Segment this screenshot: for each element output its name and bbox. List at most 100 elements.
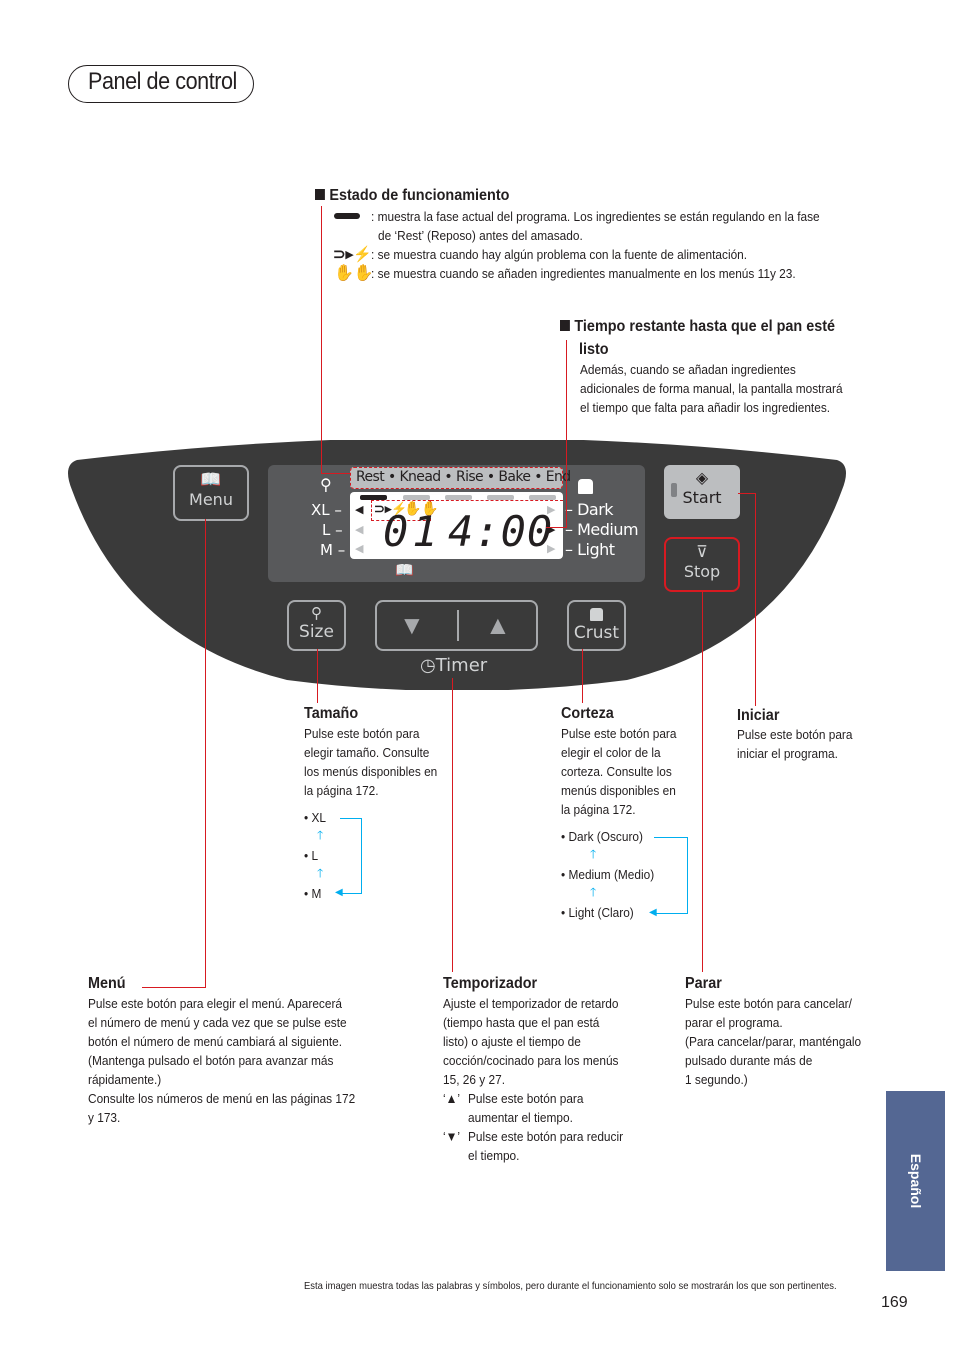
size-option-xl: • XL	[304, 810, 326, 825]
size-weight-icon: ⚲	[320, 477, 332, 494]
menu-line: y 173.	[88, 1110, 121, 1125]
size-button[interactable]: ⚲ Size	[287, 600, 346, 651]
corteza-line: menús disponibles en	[561, 783, 676, 798]
leader-line	[321, 473, 351, 475]
iniciar-heading: Iniciar	[737, 707, 780, 724]
cycle-arrow	[340, 818, 362, 894]
leader-line	[546, 527, 566, 529]
temporizador-line: cocción/cocinado para los menús	[443, 1053, 619, 1068]
size-pointer-l: ◀	[355, 524, 364, 536]
temporizador-line: listo) o ajuste el tiempo de	[443, 1034, 581, 1049]
temporizador-line: aumentar el tiempo.	[468, 1110, 573, 1125]
start-button[interactable]: ◈ Start	[664, 465, 740, 519]
start-indicator-light	[671, 483, 677, 497]
time-display: 4:00	[448, 507, 554, 556]
parar-heading: Parar	[685, 975, 722, 992]
phase-highlight	[350, 467, 563, 489]
up-arrow-icon: 🡑	[590, 847, 597, 861]
tiempo-line: Además, cuando se añadan ingredientes	[580, 362, 796, 377]
crust-button-label: Crust	[573, 623, 620, 643]
tiempo-line: adicionales de forma manual, la pantalla…	[580, 381, 843, 396]
page-number: 169	[881, 1294, 908, 1311]
tamano-line: elegir tamaño. Consulte	[304, 745, 430, 760]
iniciar-line: iniciar el programa.	[737, 746, 838, 761]
footer-note: Esta imagen muestra todas las palabras y…	[304, 1280, 837, 1292]
menu-line: el número de menú y cada vez que se puls…	[88, 1015, 347, 1030]
stop-button[interactable]: ⊽ Stop	[664, 537, 740, 592]
leader-line	[738, 493, 756, 495]
menu-book-icon: 📖	[200, 470, 222, 489]
leader-line	[582, 649, 584, 703]
temporizador-line: 15, 26 y 27.	[443, 1072, 506, 1087]
size-pointer-xl: ◀	[355, 504, 364, 516]
estado-text-phase-2: de ‘Rest’ (Reposo) antes del amasado.	[378, 228, 583, 243]
menu-line: rápidamente.)	[88, 1072, 162, 1087]
menu-line: Pulse este botón para elegir el menú. Ap…	[88, 996, 343, 1011]
cycle-arrow	[654, 837, 688, 914]
estado-text-power: : se muestra cuando hay algún problema c…	[371, 247, 748, 262]
corteza-line: corteza. Consulte los	[561, 764, 672, 779]
tamano-heading: Tamaño	[304, 705, 359, 722]
clock-icon: ◷	[420, 655, 436, 676]
corteza-heading: Corteza	[561, 705, 614, 722]
menu-line: botón el número de menú cambiará al sigu…	[88, 1034, 343, 1049]
iniciar-line: Pulse este botón para	[737, 727, 853, 742]
stop-button-label: Stop	[683, 562, 721, 581]
menu-heading: Menú	[88, 975, 126, 992]
menu-button[interactable]: 📖 Menu	[173, 465, 249, 521]
temporizador-line: el tiempo.	[468, 1148, 520, 1163]
crust-option-medium: • Medium (Medio)	[561, 867, 655, 882]
up-key: ‘▲’	[443, 1091, 461, 1106]
timer-up-button[interactable]: ▲	[485, 610, 511, 641]
crust-pointer-medium: ▶	[547, 524, 556, 536]
left-arrowhead-icon: ◀	[649, 907, 657, 918]
parar-line: parar el programa.	[685, 1015, 783, 1030]
parar-line: pulsado durante más de	[685, 1053, 813, 1068]
timer-down-button[interactable]: ▼	[399, 610, 425, 641]
menu-line: Consulte los números de menú en las pági…	[88, 1091, 356, 1106]
time-highlight	[431, 500, 563, 501]
menu-book-icon-lcd: 📖	[395, 562, 414, 579]
parar-line: 1 segundo.)	[685, 1072, 748, 1087]
temporizador-heading: Temporizador	[443, 975, 538, 992]
tamano-line: los menús disponibles en	[304, 764, 438, 779]
down-key: ‘▼’	[443, 1129, 461, 1144]
language-tab-label: Español	[907, 1153, 924, 1209]
crust-label-medium: – Medium	[565, 520, 639, 539]
corteza-line: Pulse este botón para	[561, 726, 677, 741]
timer-divider	[457, 610, 459, 641]
parar-line: (Para cancelar/parar, manténgalo	[685, 1034, 862, 1049]
stop-icon: ⊽	[696, 544, 708, 561]
crust-pointer-dark: ▶	[547, 504, 556, 516]
power-plug-icon: ⊃▸⚡	[333, 246, 372, 263]
estado-heading: Estado de funcionamiento	[315, 187, 509, 205]
menu-button-label: Menu	[189, 490, 233, 509]
parar-line: Pulse este botón para cancelar/	[685, 996, 852, 1011]
page-title: Panel de control	[88, 68, 237, 95]
leader-line	[702, 590, 704, 972]
menu-number-display: 01	[383, 507, 442, 556]
leader-line	[452, 678, 454, 972]
hands-icon: ✋✋	[334, 265, 374, 282]
leader-line	[205, 519, 207, 987]
left-arrowhead-icon: ◀	[335, 887, 343, 898]
size-weight-icon: ⚲	[311, 605, 322, 622]
temporizador-line: Pulse este botón para reducir	[468, 1129, 624, 1144]
size-label-m: M –	[320, 541, 346, 559]
corteza-line: la página 172.	[561, 802, 636, 817]
tamano-line: la página 172.	[304, 783, 379, 798]
crust-button[interactable]: Crust	[567, 600, 626, 651]
up-arrow-icon: 🡑	[317, 828, 324, 842]
corteza-line: elegir el color de la	[561, 745, 661, 760]
timer-label: ◷Timer	[420, 655, 488, 676]
temporizador-line: Pulse este botón para	[468, 1091, 584, 1106]
crust-pointer-light: ▶	[547, 543, 556, 555]
crust-label-light: – Light	[565, 540, 615, 559]
size-option-l: • L	[304, 848, 319, 863]
leader-line	[317, 649, 319, 703]
leader-line	[142, 987, 206, 989]
temporizador-line: (tiempo hasta que el pan está	[443, 1015, 600, 1030]
tiempo-heading-2: listo	[579, 341, 609, 358]
leader-line	[755, 493, 757, 706]
size-pointer-m: ◀	[355, 543, 364, 555]
